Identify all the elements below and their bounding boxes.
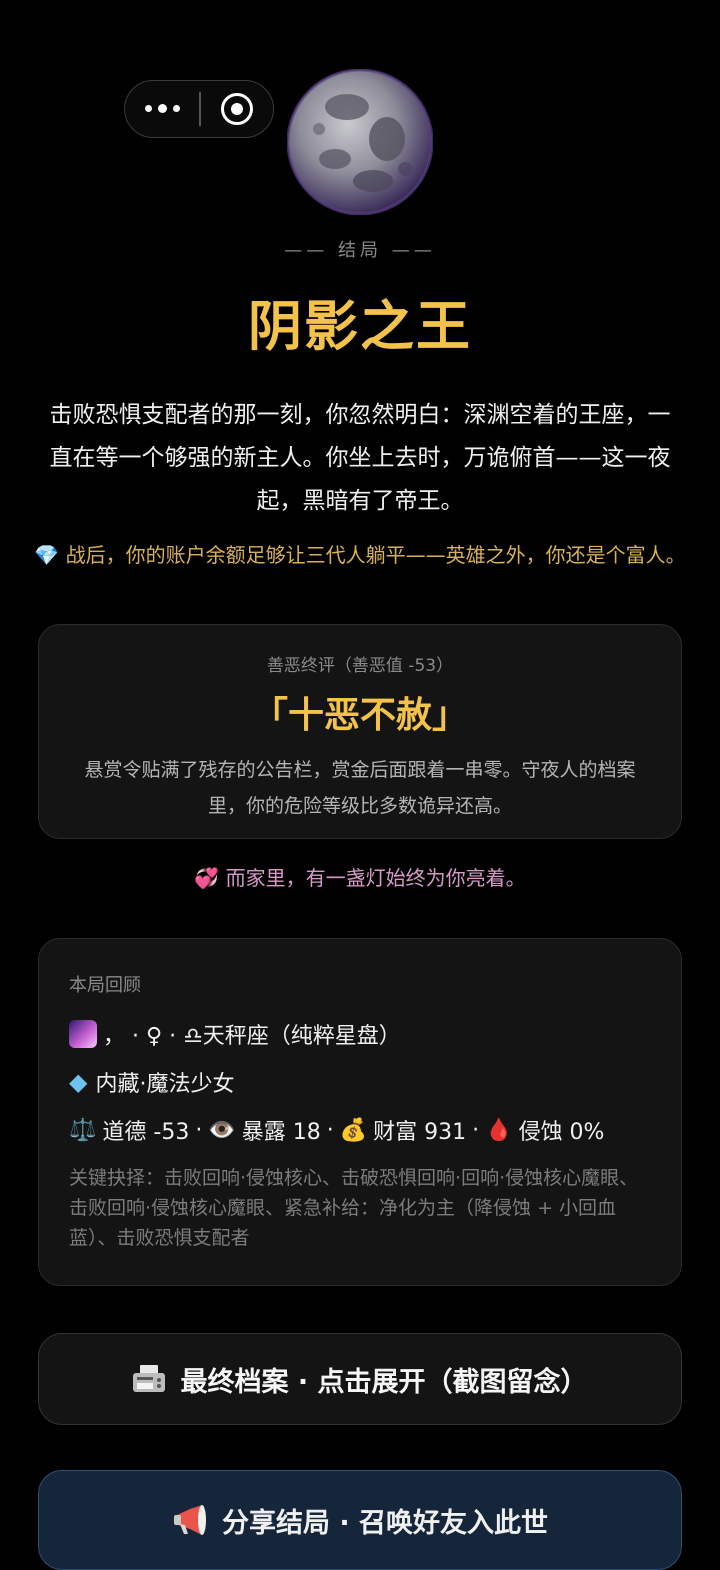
ending-story: 击败恐惧支配者的那一刻，你忽然明白：深渊空着的王座，一直在等一个够强的新主人。你… [49,402,671,514]
stat-exposure: 暴露 18 [241,1120,321,1145]
stat-erosion: 侵蚀 0% [518,1120,605,1145]
moon-icon [287,69,433,215]
recap-title: 本局回顾 [69,975,141,996]
final-archive-button[interactable]: 最终档案 · 点击展开（截图留念） [38,1333,682,1425]
ending-title: 阴影之王 [248,295,472,358]
recap-hidden-text: 内藏·魔法少女 [95,1072,235,1097]
karma-card: 善恶终评（善恶值 -53） 「十恶不赦」 悬赏令贴满了残存的公告栏，赏金后面跟着… [38,624,682,839]
eye-icon: 👁️ [208,1117,236,1143]
recap-identity-line: ， · ♀ · ♎天秤座（纯粹星盘） [69,1017,651,1051]
stat-wealth: 财富 931 [373,1120,467,1145]
money-bag-icon: 💰 [339,1117,368,1143]
capsule-divider [199,92,201,126]
more-dots-icon[interactable] [125,81,199,136]
ending-label: —— 结局 —— [284,240,436,261]
blood-drop-icon: 🩸 [485,1117,513,1143]
recap-identity-text: ， · ♀ · ♎天秤座（纯粹星盘） [103,1024,401,1049]
galaxy-icon [69,1020,97,1048]
karma-title: 「十恶不赦」 [251,695,468,736]
recap-choices: 关键抉择：击败回响·侵蚀核心、击破恐惧回响·回响·侵蚀核心魔眼、击败回响·侵蚀核… [69,1167,639,1249]
final-archive-label: 最终档案 · 点击展开（截图留念） [180,1366,588,1398]
home-note: 💞 而家里，有一盏灯始终为你亮着。 [194,866,526,890]
recap-stats-line: ⚖️ 道德 -53 · 👁️ 暴露 18 · 💰 财富 931 · 🩸 侵蚀 0… [69,1113,651,1147]
mini-program-capsule [124,80,274,138]
megaphone-icon [172,1503,208,1537]
scales-icon: ⚖️ [69,1117,97,1143]
close-circle-icon[interactable] [221,93,253,125]
fax-icon [132,1364,166,1394]
wealth-note: 💎 战后，你的账户余额足够让三代人躺平——英雄之外，你还是个富人。 [34,543,686,567]
karma-label: 善恶终评（善恶值 -53） [266,656,454,676]
diamond-icon: ◆ [69,1068,88,1096]
stat-morality: 道德 -53 [102,1120,190,1145]
share-ending-label: 分享结局 · 召唤好友入此世 [221,1507,549,1539]
recap-hidden-line: ◆ 内藏·魔法少女 [69,1065,651,1099]
karma-description: 悬赏令贴满了残存的公告栏，赏金后面跟着一串零。守夜人的档案里，你的危险等级比多数… [84,759,636,817]
share-ending-button[interactable]: 分享结局 · 召唤好友入此世 [38,1470,682,1570]
recap-card: 本局回顾 ， · ♀ · ♎天秤座（纯粹星盘） ◆ 内藏·魔法少女 ⚖️ 道德 … [38,938,682,1286]
